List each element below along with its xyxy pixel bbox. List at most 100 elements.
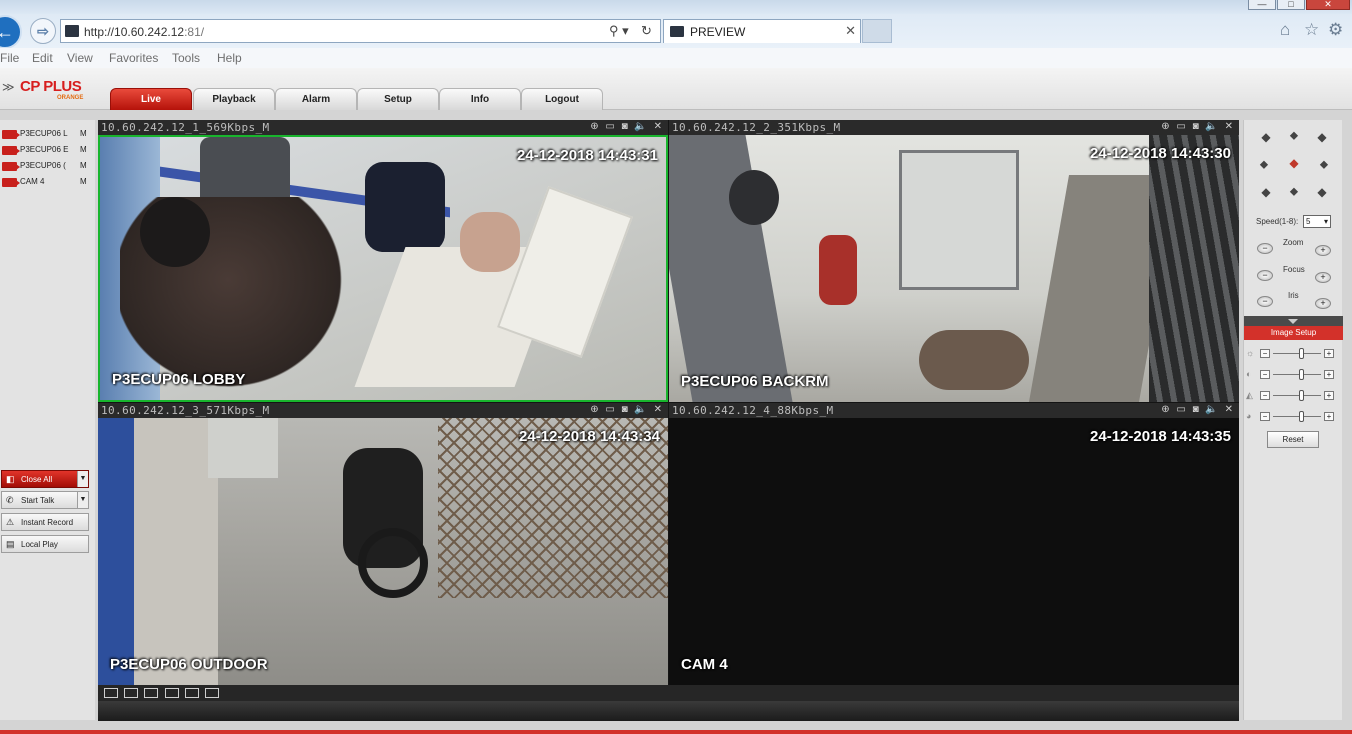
tile-controls-icon[interactable]: ⊕ ▭ ◙ 🔈 ✕ [590,121,664,132]
tab-title: PREVIEW [690,25,746,39]
star-icon[interactable]: ☆ [1304,20,1319,40]
new-tab-button[interactable] [862,19,892,43]
speed-select[interactable]: 5 [1303,215,1331,228]
brightness-plus-button[interactable]: + [1324,349,1334,358]
channel-label: P3ECUP06 L [20,129,68,138]
contrast-minus-button[interactable]: − [1260,370,1270,379]
zoom-out-button[interactable]: − [1257,243,1273,254]
ptz-up-right-icon[interactable]: ◆ [1314,130,1330,144]
video-tile-backroom[interactable]: 10.60.242.12_2_351Kbps_M ⊕ ▭ ◙ 🔈 ✕ 24-12… [669,120,1239,402]
saturation-minus-button[interactable]: − [1260,391,1270,400]
slider-knob[interactable] [1299,348,1305,359]
layout-1x1-icon[interactable] [104,688,118,698]
ptz-panel: ◆ ⬥ ◆ ⬥ ◆ ⬥ ◆ ⬥ ◆ Speed(1-8): 5 − Zoom +… [1243,120,1343,720]
hue-plus-button[interactable]: + [1324,412,1334,421]
navigation-row: ← ⇨ http://10.60.242.12:81/ ⚲ ▾ ↻ PREVIE… [0,14,1352,49]
iris-close-button[interactable]: − [1257,296,1273,307]
tab-close-icon[interactable]: ✕ [845,23,856,39]
close-all-dropdown-icon[interactable]: ▼ [77,471,88,487]
cp-plus-logo: ≫ CP PLUS ORANGE [2,78,102,106]
collapse-toggle-icon[interactable] [1244,316,1343,326]
layout-grid-icon[interactable] [205,688,219,698]
tab-logout[interactable]: Logout [521,88,603,110]
address-url[interactable]: http://10.60.242.12:81/ [84,25,204,39]
hue-slider[interactable]: ◕ − + [1246,411,1340,423]
local-play-button[interactable]: ▤ Local Play [1,535,89,553]
menu-tools[interactable]: Tools [172,51,200,65]
channel-item[interactable]: P3ECUP06 ( M [2,159,92,173]
layout-2x2-icon[interactable] [124,688,138,698]
channel-item[interactable]: P3ECUP06 L M [2,127,92,141]
slider-knob[interactable] [1299,411,1305,422]
close-window-button[interactable]: ✕ [1306,0,1350,10]
zoom-in-button[interactable]: + [1315,245,1331,256]
ptz-right-icon[interactable]: ⬥ [1316,157,1332,172]
hue-minus-button[interactable]: − [1260,412,1270,421]
sky-patch [208,418,278,478]
local-play-label: Local Play [21,540,58,549]
reset-button[interactable]: Reset [1267,431,1319,448]
ptz-down-icon[interactable]: ⬥ [1286,184,1302,199]
video-tile-outdoor[interactable]: 10.60.242.12_3_571Kbps_M ⊕ ▭ ◙ 🔈 ✕ 24-12… [98,403,668,685]
hue-icon: ◕ [1246,411,1252,421]
image-setup-header: Image Setup [1244,326,1343,340]
brightness-minus-button[interactable]: − [1260,349,1270,358]
menu-view[interactable]: View [67,51,93,65]
video-grid: 10.60.242.12_1_569Kbps_M ⊕ ▭ ◙ 🔈 ✕ 24-12… [98,120,1239,686]
tab-info[interactable]: Info [439,88,521,110]
browser-tab-preview[interactable]: PREVIEW ✕ [663,19,861,43]
tab-playback[interactable]: Playback [193,88,275,110]
maximize-button[interactable]: □ [1277,0,1305,10]
menu-favorites[interactable]: Favorites [109,51,158,65]
tile-controls-icon[interactable]: ⊕ ▭ ◙ 🔈 ✕ [590,404,664,415]
menu-file[interactable]: File [0,51,19,65]
address-bar[interactable]: http://10.60.242.12:81/ ⚲ ▾ ↻ [60,19,661,43]
menu-bar: File Edit View Favorites Tools Help [0,48,1352,68]
ptz-center-icon[interactable]: ◆ [1286,156,1302,170]
ptz-up-icon[interactable]: ⬥ [1286,128,1302,143]
tab-live[interactable]: Live [110,88,192,110]
video-caption: CAM 4 [681,656,728,673]
video-feed-cam4: 24-12-2018 14:43:35 CAM 4 [669,418,1239,685]
ptz-left-icon[interactable]: ⬥ [1256,157,1272,172]
back-arrow-icon[interactable]: ← [0,15,22,49]
menu-help[interactable]: Help [217,51,242,65]
tile-controls-icon[interactable]: ⊕ ▭ ◙ 🔈 ✕ [1161,404,1235,415]
channel-item[interactable]: P3ECUP06 E M [2,143,92,157]
slider-knob[interactable] [1299,390,1305,401]
focus-near-button[interactable]: − [1257,270,1273,281]
contrast-slider[interactable]: ◐ − + [1246,369,1340,381]
ptz-down-left-icon[interactable]: ◆ [1258,185,1274,199]
tile-controls-icon[interactable]: ⊕ ▭ ◙ 🔈 ✕ [1161,121,1235,132]
layout-single-icon[interactable] [185,688,199,698]
gear-icon[interactable]: ⚙ [1328,20,1343,40]
tab-setup[interactable]: Setup [357,88,439,110]
refresh-icon[interactable]: ↻ [641,23,652,39]
forward-arrow-icon[interactable]: ⇨ [30,18,56,44]
minimize-button[interactable]: — [1248,0,1276,10]
iris-open-button[interactable]: + [1315,298,1331,309]
contrast-plus-button[interactable]: + [1324,370,1334,379]
slider-knob[interactable] [1299,369,1305,380]
search-icon[interactable]: ⚲ ▾ [609,23,629,39]
saturation-slider[interactable]: ◭ − + [1246,390,1340,402]
start-talk-dropdown-icon[interactable]: ▼ [77,492,88,508]
ptz-down-right-icon[interactable]: ◆ [1314,185,1330,199]
saturation-plus-button[interactable]: + [1324,391,1334,400]
ptz-up-left-icon[interactable]: ◆ [1258,130,1274,144]
home-icon[interactable]: ⌂ [1280,20,1290,40]
video-tile-lobby[interactable]: 10.60.242.12_1_569Kbps_M ⊕ ▭ ◙ 🔈 ✕ 24-12… [98,120,668,402]
instant-record-button[interactable]: ⚠ Instant Record [1,513,89,531]
menu-edit[interactable]: Edit [32,51,53,65]
video-caption: P3ECUP06 BACKRM [681,373,829,390]
video-tile-cam4[interactable]: 10.60.242.12_4_88Kbps_M ⊕ ▭ ◙ 🔈 ✕ 24-12-… [669,403,1239,685]
brightness-slider[interactable]: ☼ − + [1246,348,1340,360]
channel-item[interactable]: CAM 4 M [2,175,92,189]
layout-wide-icon[interactable] [165,688,179,698]
tile-header: 10.60.242.12_1_569Kbps_M ⊕ ▭ ◙ 🔈 ✕ [98,120,668,135]
fullscreen-icon[interactable] [144,688,158,698]
start-talk-button[interactable]: ✆ Start Talk ▼ [1,491,89,509]
focus-far-button[interactable]: + [1315,272,1331,283]
tab-alarm[interactable]: Alarm [275,88,357,110]
close-all-button[interactable]: ◧ Close All ▼ [1,470,89,488]
